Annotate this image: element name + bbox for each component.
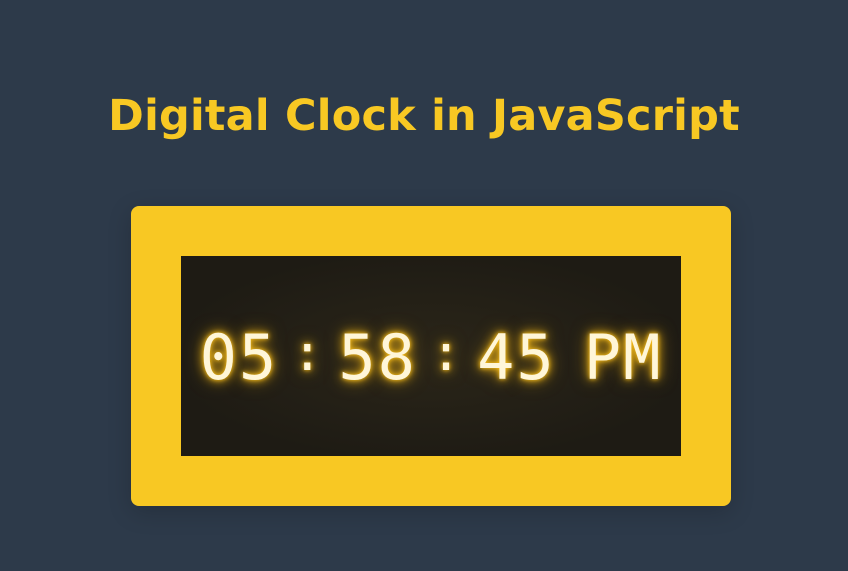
clock-display: 05:58:45 PM (181, 256, 681, 456)
hours-digits: 05 (199, 320, 279, 394)
am-pm-indicator: PM (583, 320, 663, 394)
clock-frame: 05:58:45 PM (131, 206, 731, 506)
page-title: Digital Clock in JavaScript (108, 91, 740, 141)
hours-minutes-separator: : (292, 324, 325, 382)
seconds-digits: 45 (477, 320, 556, 394)
page-background: Digital Clock in JavaScript 05:58:45 PM (0, 0, 848, 571)
time-readout: 05:58:45 PM (181, 256, 681, 456)
minutes-digits: 58 (338, 320, 417, 394)
minutes-seconds-separator: : (431, 324, 464, 382)
